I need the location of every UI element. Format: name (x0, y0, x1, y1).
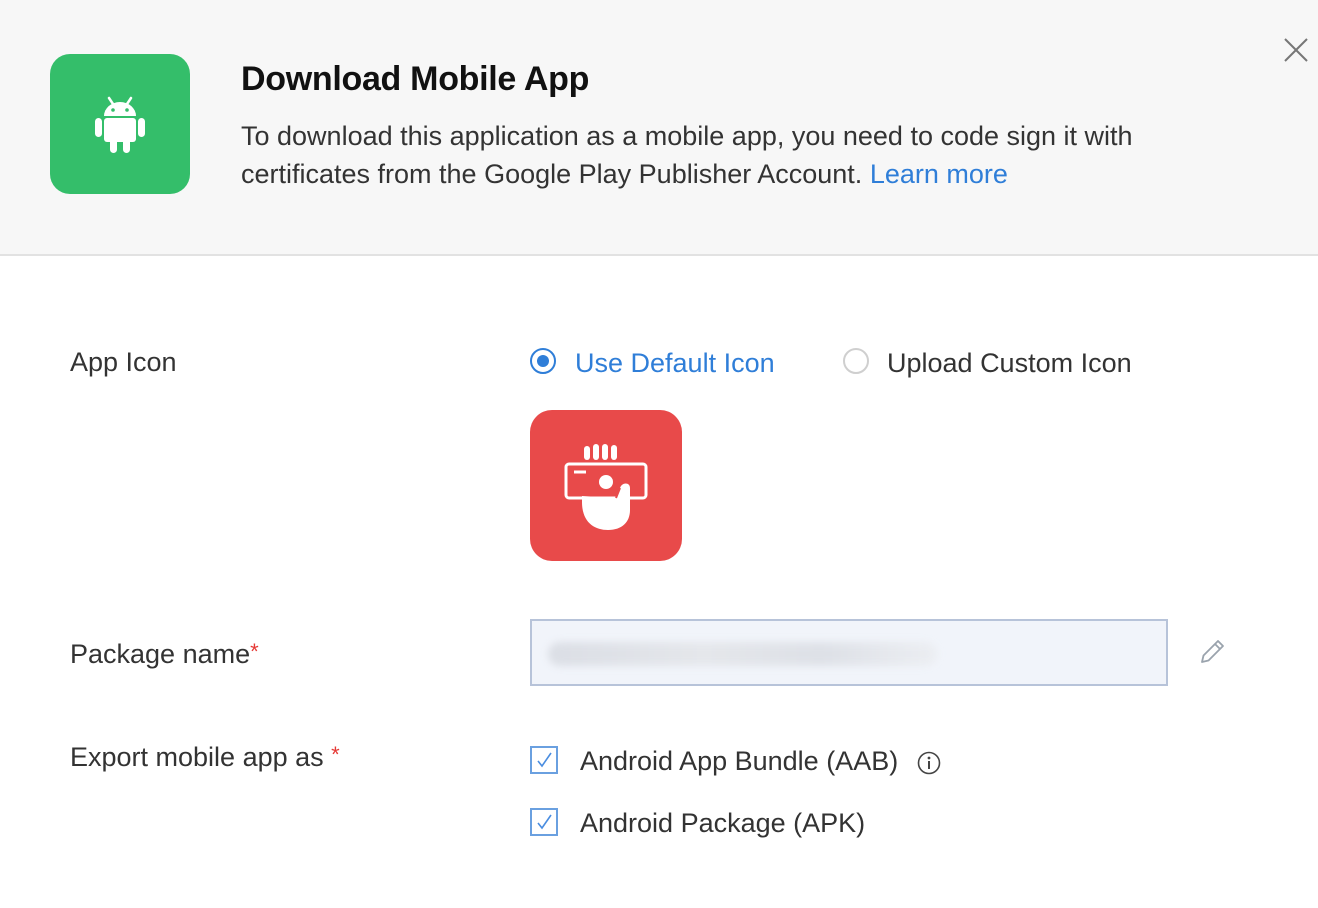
close-button[interactable] (1280, 34, 1312, 66)
radio-label-custom: Upload Custom Icon (887, 348, 1132, 378)
info-icon[interactable] (917, 751, 941, 775)
required-mark: * (250, 639, 259, 664)
dialog-description: To download this application as a mobile… (241, 117, 1141, 193)
app-icon-preview (530, 410, 682, 561)
package-name-label: Package name* (70, 639, 259, 670)
export-label: Export mobile app as * (70, 742, 340, 773)
checkmark-icon (537, 814, 552, 830)
export-label-text: Export mobile app as (70, 742, 324, 772)
checkbox-aab-label[interactable]: Android App Bundle (AAB) (580, 746, 898, 777)
info-circle-icon (917, 751, 941, 775)
close-icon (1284, 38, 1308, 62)
radio-label-default: Use Default Icon (575, 348, 775, 378)
android-icon (95, 96, 145, 153)
radio-indicator-custom[interactable] (843, 348, 869, 374)
hand-holding-money-icon (564, 444, 648, 530)
radio-indicator-default[interactable] (530, 348, 556, 374)
checkbox-apk-label[interactable]: Android Package (APK) (580, 808, 865, 839)
android-app-tile (50, 54, 190, 194)
edit-package-name-button[interactable] (1198, 636, 1228, 666)
pencil-icon (1201, 640, 1224, 663)
package-name-label-text: Package name (70, 639, 251, 669)
checkmark-icon (537, 752, 552, 768)
dialog-title: Download Mobile App (241, 60, 590, 98)
required-mark: * (331, 742, 340, 767)
checkbox-apk[interactable] (530, 808, 558, 836)
package-name-redacted-value (548, 642, 938, 666)
dialog-header: Download Mobile App To download this app… (0, 0, 1318, 256)
checkbox-aab[interactable] (530, 746, 558, 774)
learn-more-link[interactable]: Learn more (870, 159, 1008, 189)
app-icon-label: App Icon (70, 347, 177, 377)
